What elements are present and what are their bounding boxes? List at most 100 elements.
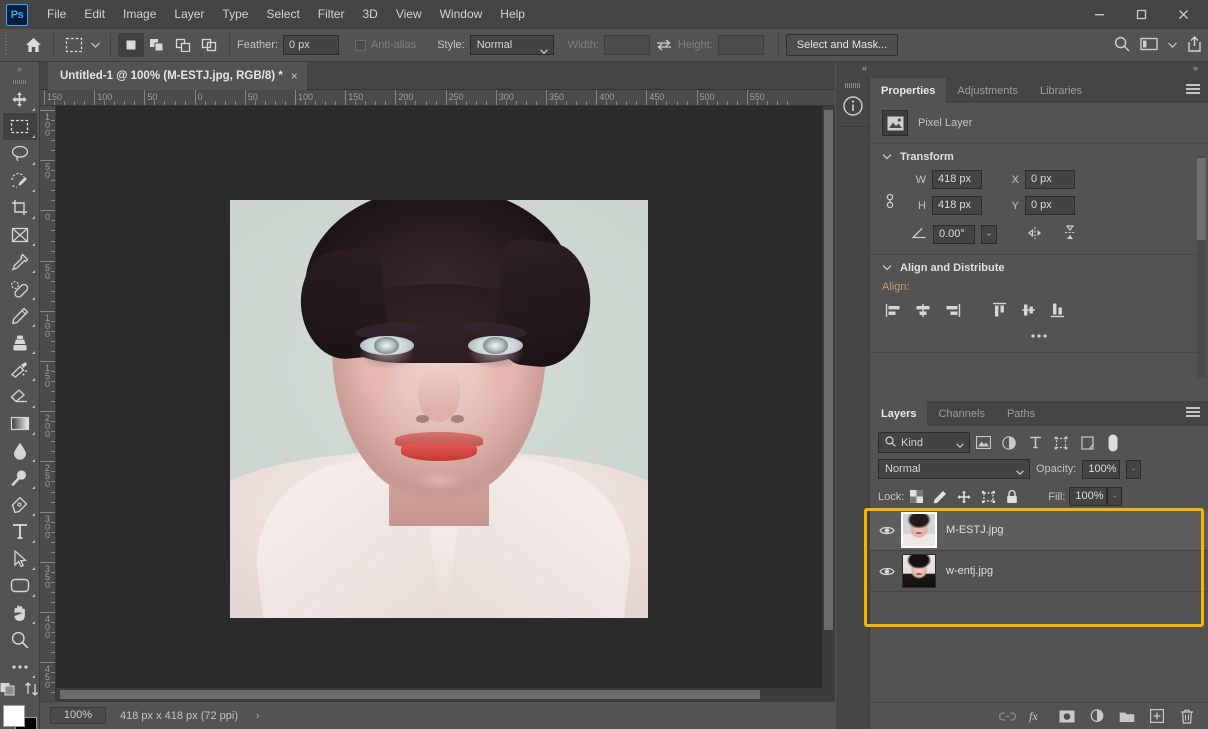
tab-layers[interactable]: Layers bbox=[870, 401, 927, 426]
path-selection-tool[interactable] bbox=[3, 545, 37, 572]
angle-input[interactable]: 0.00° bbox=[933, 225, 975, 244]
type-filter-icon[interactable] bbox=[1022, 432, 1048, 453]
new-selection-button[interactable] bbox=[118, 33, 144, 57]
add-layer-mask-icon[interactable] bbox=[1058, 707, 1076, 725]
layer-name[interactable]: w-entj.jpg bbox=[946, 565, 993, 577]
new-adjustment-layer-icon[interactable] bbox=[1088, 707, 1106, 725]
vertical-ruler[interactable]: 10050050100150200250300350400450 bbox=[40, 106, 56, 701]
panel-menu-icon[interactable] bbox=[1186, 407, 1200, 419]
menu-image[interactable]: Image bbox=[114, 0, 165, 29]
move-tool[interactable] bbox=[3, 86, 37, 113]
height-input[interactable]: 418 px bbox=[932, 196, 982, 215]
maximize-button[interactable] bbox=[1120, 2, 1162, 26]
select-and-mask-button[interactable]: Select and Mask... bbox=[786, 34, 899, 56]
fill-chevron-down-icon[interactable] bbox=[1107, 487, 1122, 506]
shape-filter-icon[interactable] bbox=[1048, 432, 1074, 453]
menu-type[interactable]: Type bbox=[213, 0, 257, 29]
gradient-tool[interactable] bbox=[3, 410, 37, 437]
width-input[interactable]: 418 px bbox=[932, 170, 982, 189]
tool-preset-chevron-down-icon[interactable] bbox=[87, 33, 103, 57]
zoom-level-input[interactable]: 100% bbox=[50, 707, 106, 724]
layer-name[interactable]: M-ESTJ.jpg bbox=[946, 524, 1003, 536]
clone-stamp-tool[interactable] bbox=[3, 329, 37, 356]
close-button[interactable] bbox=[1162, 2, 1204, 26]
layer-visibility-toggle[interactable] bbox=[872, 525, 902, 536]
new-layer-icon[interactable] bbox=[1148, 707, 1166, 725]
spot-healing-brush-tool[interactable] bbox=[3, 275, 37, 302]
align-vertical-centers-icon[interactable] bbox=[1016, 300, 1040, 320]
align-left-edges-icon[interactable] bbox=[882, 300, 906, 320]
info-icon[interactable] bbox=[836, 88, 870, 124]
pen-tool[interactable] bbox=[3, 491, 37, 518]
dodge-tool[interactable] bbox=[3, 464, 37, 491]
tab-channels[interactable]: Channels bbox=[927, 401, 995, 426]
angle-chevron-down-icon[interactable] bbox=[981, 225, 997, 244]
menu-window[interactable]: Window bbox=[431, 0, 492, 29]
more-options-icon[interactable] bbox=[1030, 330, 1048, 342]
tools-collapse-button[interactable]: » bbox=[0, 62, 39, 76]
fill-input[interactable]: 100% bbox=[1069, 487, 1107, 506]
scrollbar-thumb[interactable] bbox=[824, 110, 833, 630]
document-tab[interactable]: Untitled-1 @ 100% (M-ESTJ.jpg, RGB/8) * … bbox=[48, 62, 307, 90]
menu-edit[interactable]: Edit bbox=[75, 0, 114, 29]
tab-properties[interactable]: Properties bbox=[870, 78, 946, 103]
menu-layer[interactable]: Layer bbox=[165, 0, 213, 29]
chevron-down-icon[interactable] bbox=[882, 263, 892, 274]
foreground-color-swatch[interactable] bbox=[3, 705, 25, 727]
menu-3d[interactable]: 3D bbox=[353, 0, 386, 29]
feather-input[interactable]: 0 px bbox=[283, 35, 339, 55]
frame-tool[interactable] bbox=[3, 221, 37, 248]
align-bottom-edges-icon[interactable] bbox=[1045, 300, 1069, 320]
lock-artboard-nesting-icon[interactable] bbox=[976, 488, 1000, 506]
filter-kind-select[interactable]: Kind bbox=[878, 432, 970, 453]
menu-select[interactable]: Select bbox=[257, 0, 308, 29]
style-select[interactable]: Normal bbox=[470, 35, 554, 55]
lock-transparent-pixels-icon[interactable] bbox=[904, 488, 928, 506]
align-top-edges-icon[interactable] bbox=[987, 300, 1011, 320]
blend-mode-select[interactable]: Normal bbox=[878, 459, 1030, 479]
table-row[interactable]: w-entj.jpg bbox=[870, 551, 1208, 592]
screen-mode-icon[interactable] bbox=[24, 682, 39, 699]
options-bar-grip[interactable] bbox=[4, 35, 10, 55]
eyedropper-tool[interactable] bbox=[3, 248, 37, 275]
edit-toolbar-button[interactable] bbox=[3, 653, 37, 680]
layer-thumbnail[interactable] bbox=[902, 513, 936, 547]
history-brush-tool[interactable] bbox=[3, 356, 37, 383]
align-right-edges-icon[interactable] bbox=[940, 300, 964, 320]
rectangular-marquee-icon[interactable] bbox=[61, 33, 87, 57]
color-swatches[interactable] bbox=[3, 705, 37, 729]
tools-drag-handle[interactable] bbox=[13, 80, 27, 84]
lock-position-icon[interactable] bbox=[952, 488, 976, 506]
intersect-selection-button[interactable] bbox=[196, 33, 222, 57]
x-input[interactable]: 0 px bbox=[1025, 170, 1075, 189]
flip-horizontal-icon[interactable] bbox=[1025, 226, 1045, 243]
opacity-chevron-down-icon[interactable] bbox=[1126, 460, 1141, 479]
subtract-from-selection-button[interactable] bbox=[170, 33, 196, 57]
zoom-tool[interactable] bbox=[3, 626, 37, 653]
tab-adjustments[interactable]: Adjustments bbox=[946, 78, 1029, 103]
lock-all-icon[interactable] bbox=[1000, 488, 1024, 506]
y-input[interactable]: 0 px bbox=[1025, 196, 1075, 215]
transform-section-header[interactable]: Transform bbox=[870, 144, 1208, 170]
crop-tool[interactable] bbox=[3, 194, 37, 221]
menu-view[interactable]: View bbox=[387, 0, 431, 29]
search-icon[interactable] bbox=[1114, 36, 1130, 55]
scrollbar-thumb[interactable] bbox=[1197, 158, 1206, 240]
new-group-icon[interactable] bbox=[1118, 707, 1136, 725]
canvas-vertical-scrollbar[interactable] bbox=[822, 106, 835, 701]
canvas-area[interactable] bbox=[56, 106, 835, 701]
opacity-input[interactable]: 100% bbox=[1082, 460, 1120, 479]
layer-thumbnail[interactable] bbox=[902, 554, 936, 588]
canvas-horizontal-scrollbar[interactable] bbox=[56, 688, 835, 701]
brush-tool[interactable] bbox=[3, 302, 37, 329]
tab-libraries[interactable]: Libraries bbox=[1029, 78, 1093, 103]
blur-tool[interactable] bbox=[3, 437, 37, 464]
align-section-header[interactable]: Align and Distribute bbox=[870, 255, 1208, 281]
flip-vertical-icon[interactable] bbox=[1061, 224, 1079, 244]
artboard-image[interactable] bbox=[230, 200, 648, 618]
eraser-tool[interactable] bbox=[3, 383, 37, 410]
swap-arrows-icon[interactable] bbox=[650, 33, 678, 57]
panel-menu-icon[interactable] bbox=[1186, 84, 1200, 96]
menu-filter[interactable]: Filter bbox=[309, 0, 354, 29]
layer-style-icon[interactable]: fx bbox=[1028, 707, 1046, 725]
